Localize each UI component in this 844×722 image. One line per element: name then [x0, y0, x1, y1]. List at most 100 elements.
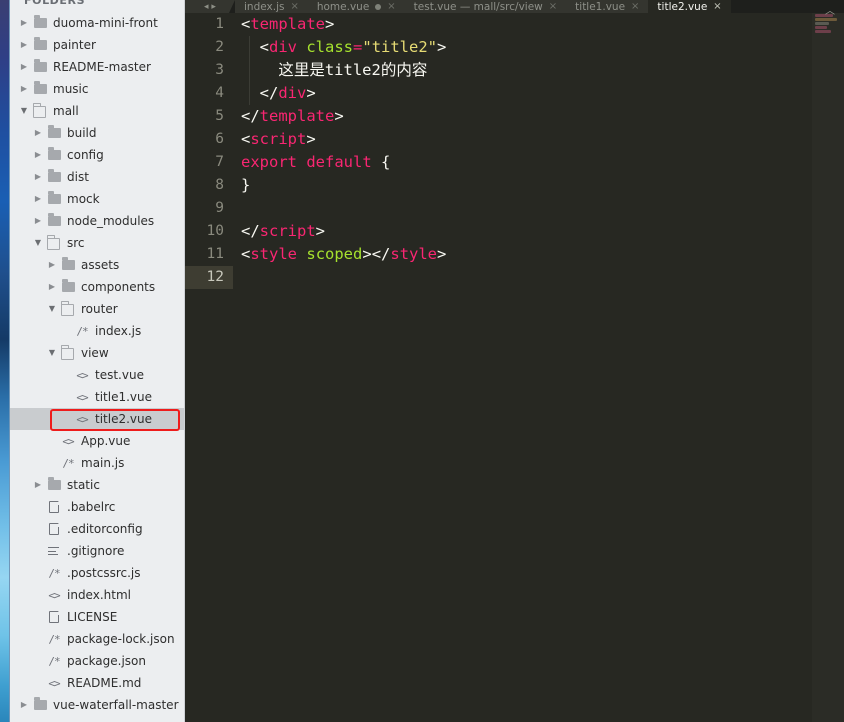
- editor-tab-index-js[interactable]: index.js×: [235, 0, 308, 13]
- tree-item-label: router: [78, 302, 118, 316]
- chevron-right-icon[interactable]: ▶: [18, 85, 30, 93]
- tree-item-label: test.vue: [92, 368, 144, 382]
- folder-closed-icon: [44, 216, 64, 226]
- chevron-down-icon[interactable]: ▼: [18, 107, 30, 115]
- tree-item-view[interactable]: ▼view: [10, 342, 184, 364]
- editor-tab-home-vue[interactable]: home.vue×: [308, 0, 405, 13]
- tree-item-label: package.json: [64, 654, 146, 668]
- code-line[interactable]: 4 </div>: [185, 82, 844, 105]
- line-number: 11: [185, 243, 233, 266]
- code-editor-pane: ◂ ▸ index.js×home.vue×test.vue — mall/sr…: [185, 0, 844, 722]
- code-line[interactable]: 12: [185, 266, 844, 289]
- chevron-right-icon[interactable]: ▶: [32, 195, 44, 203]
- chevron-down-icon[interactable]: ▼: [46, 349, 58, 357]
- code-line[interactable]: 8}: [185, 174, 844, 197]
- tree-item-build[interactable]: ▶build: [10, 122, 184, 144]
- tree-item-duoma-mini-front[interactable]: ▶duoma-mini-front: [10, 12, 184, 34]
- code-line[interactable]: 5</template>: [185, 105, 844, 128]
- tree-item-index-js[interactable]: /*index.js: [10, 320, 184, 342]
- tree-item-package-json[interactable]: /*package.json: [10, 650, 184, 672]
- tab-nav-buttons[interactable]: ◂ ▸: [185, 0, 235, 13]
- code-line[interactable]: 7export default {: [185, 151, 844, 174]
- line-number: 1: [185, 13, 233, 36]
- js-file-icon: /*: [44, 655, 64, 668]
- editor-tab-test-vue[interactable]: test.vue — mall/src/view×: [405, 0, 566, 13]
- tree-item-main-js[interactable]: /*main.js: [10, 452, 184, 474]
- tree-item-label: components: [78, 280, 155, 294]
- close-icon[interactable]: ×: [549, 1, 557, 12]
- tree-item-readme-master[interactable]: ▶README-master: [10, 56, 184, 78]
- editor-tab-title1-vue[interactable]: title1.vue×: [566, 0, 648, 13]
- chevron-right-icon[interactable]: ▶: [18, 701, 30, 709]
- editor-window: FOLDERS ▶duoma-mini-front▶painter▶README…: [0, 0, 844, 722]
- tree-item-test-vue[interactable]: <>test.vue: [10, 364, 184, 386]
- folder-closed-icon: [30, 18, 50, 28]
- close-icon[interactable]: ×: [713, 1, 721, 12]
- tree-item-app-vue[interactable]: <>App.vue: [10, 430, 184, 452]
- tree-item-license[interactable]: LICENSE: [10, 606, 184, 628]
- chevron-right-icon[interactable]: ▶: [46, 283, 58, 291]
- tree-item-title1-vue[interactable]: <>title1.vue: [10, 386, 184, 408]
- tree-item-components[interactable]: ▶ components: [10, 276, 184, 298]
- tree-item-label: music: [50, 82, 88, 96]
- chevron-right-icon[interactable]: ▶: [18, 41, 30, 49]
- folder-tree[interactable]: ▶duoma-mini-front▶painter▶README-master▶…: [10, 10, 184, 716]
- close-icon[interactable]: ×: [631, 1, 639, 12]
- code-line[interactable]: 10</script>: [185, 220, 844, 243]
- chevron-right-icon[interactable]: ▶: [18, 63, 30, 71]
- editor-tab-title2-vue[interactable]: title2.vue×: [648, 0, 730, 13]
- tree-item-readme-md[interactable]: <>README.md: [10, 672, 184, 694]
- code-line[interactable]: 2 <div class="title2">: [185, 36, 844, 59]
- tree-item-mall[interactable]: ▼mall: [10, 100, 184, 122]
- code-line[interactable]: 9: [185, 197, 844, 220]
- close-icon[interactable]: ×: [387, 1, 395, 12]
- chevron-down-icon[interactable]: ▼: [32, 239, 44, 247]
- code-line[interactable]: 11<style scoped></style>: [185, 243, 844, 266]
- tree-item-assets[interactable]: ▶assets: [10, 254, 184, 276]
- tree-item-node-modules[interactable]: ▶node_modules: [10, 210, 184, 232]
- code-lines[interactable]: 1<template>2 <div class="title2">3 这里是ti…: [185, 13, 844, 722]
- tree-item-index-html[interactable]: <>index.html: [10, 584, 184, 606]
- tree-item-package-lock-json[interactable]: /*package-lock.json: [10, 628, 184, 650]
- chevron-right-icon[interactable]: ▶: [32, 481, 44, 489]
- chevron-down-icon[interactable]: ▼: [46, 305, 58, 313]
- tree-item-src[interactable]: ▼src: [10, 232, 184, 254]
- tree-item-music[interactable]: ▶ music: [10, 78, 184, 100]
- chevron-right-icon[interactable]: ▶: [32, 217, 44, 225]
- tree-item-painter[interactable]: ▶painter: [10, 34, 184, 56]
- code-text: </template>: [233, 105, 344, 128]
- code-line[interactable]: 1<template>: [185, 13, 844, 36]
- chevron-right-icon[interactable]: ▶: [46, 261, 58, 269]
- tree-item--editorconfig[interactable]: .editorconfig: [10, 518, 184, 540]
- chevron-right-icon[interactable]: ▶: [18, 19, 30, 27]
- editor-tab-bar[interactable]: ◂ ▸ index.js×home.vue×test.vue — mall/sr…: [185, 0, 844, 13]
- chevron-right-icon[interactable]: ▶: [32, 173, 44, 181]
- line-number: 5: [185, 105, 233, 128]
- chevron-right-icon[interactable]: ▶: [32, 129, 44, 137]
- line-number: 12: [185, 266, 233, 289]
- code-line[interactable]: 6<script>: [185, 128, 844, 151]
- tree-item-config[interactable]: ▶config: [10, 144, 184, 166]
- code-file-icon: <>: [72, 413, 92, 426]
- folder-closed-icon: [30, 700, 50, 710]
- close-icon[interactable]: ×: [290, 1, 298, 12]
- tree-item-vue-waterfall-master[interactable]: ▶vue-waterfall-master: [10, 694, 184, 716]
- tree-item-title2-vue[interactable]: <>title2.vue: [10, 408, 184, 430]
- editor-minimap[interactable]: ︿: [812, 13, 844, 722]
- tree-item--postcssrc-js[interactable]: /*.postcssrc.js: [10, 562, 184, 584]
- folder-closed-icon: [30, 40, 50, 50]
- code-file-icon: <>: [72, 391, 92, 404]
- window-edge-strip: [0, 0, 10, 722]
- code-line[interactable]: 3 这里是title2的内容: [185, 59, 844, 82]
- file-tree-sidebar: FOLDERS ▶duoma-mini-front▶painter▶README…: [10, 0, 185, 722]
- tree-item-label: static: [64, 478, 100, 492]
- tree-item-mock[interactable]: ▶mock: [10, 188, 184, 210]
- folder-closed-icon: [44, 194, 64, 204]
- tree-item--babelrc[interactable]: .babelrc: [10, 496, 184, 518]
- chevron-right-icon[interactable]: ▶: [32, 151, 44, 159]
- tree-item--gitignore[interactable]: .gitignore: [10, 540, 184, 562]
- tree-item-router[interactable]: ▼ router: [10, 298, 184, 320]
- tree-item-dist[interactable]: ▶dist: [10, 166, 184, 188]
- doc-file-icon: [44, 611, 64, 623]
- tree-item-static[interactable]: ▶ static: [10, 474, 184, 496]
